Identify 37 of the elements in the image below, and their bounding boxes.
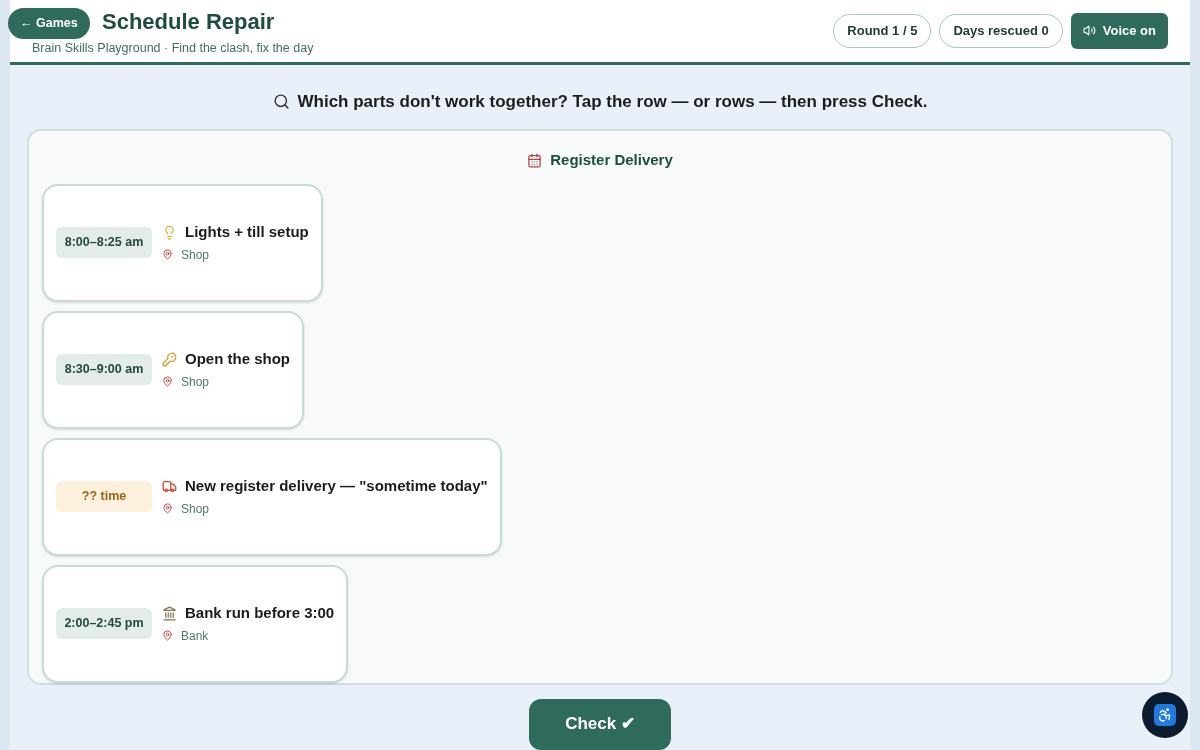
check-button[interactable]: Check ✔: [529, 698, 671, 750]
task-place: Shop: [181, 373, 210, 391]
lightbulb-icon: [162, 225, 177, 240]
speaker-icon: [1082, 24, 1096, 38]
truck-icon: [162, 479, 177, 494]
time-badge: 2:00–2:45 pm: [56, 608, 152, 639]
pin-icon: [162, 376, 173, 388]
task-place: Shop: [181, 500, 210, 518]
back-button[interactable]: ← Games: [8, 8, 90, 39]
stat-pill: Days rescued 0: [939, 14, 1063, 48]
task-place: Shop: [181, 246, 210, 264]
app-subtitle: Brain Skills Playground · Find the clash, fix the day: [32, 40, 314, 58]
schedule-row[interactable]: ?? time New register delivery — "sometime today" Shop: [42, 437, 502, 556]
task-title: New register delivery — "sometime today": [185, 476, 488, 497]
task-title: Bank run before 3:00: [185, 603, 335, 624]
time-badge: ?? time: [56, 481, 152, 512]
bank-building-icon: [162, 606, 177, 621]
voice-button[interactable]: Voice on: [1070, 13, 1168, 49]
app-title: Schedule Repair: [102, 7, 276, 36]
time-badge: 8:30–9:00 am: [56, 354, 152, 385]
instruction-text: Which parts don't work together? Tap the row — or rows — then press Check.: [297, 90, 928, 113]
pin-icon: [162, 503, 173, 515]
task-title: Lights + till setup: [185, 222, 309, 243]
search-icon: [272, 92, 290, 110]
calendar-icon: [527, 152, 543, 168]
schedule-row[interactable]: 8:00–8:25 am Lights + till setup Shop: [42, 183, 323, 302]
stat-pill: Round 1 / 5: [833, 14, 932, 48]
pin-icon: [162, 630, 173, 642]
task-place: Bank: [181, 627, 209, 645]
time-badge: 8:00–8:25 am: [56, 227, 152, 258]
wheelchair-icon: [1154, 704, 1176, 726]
pin-icon: [162, 249, 173, 261]
schedule-row[interactable]: 2:00–2:45 pm Bank run before 3:00 Bank: [42, 564, 349, 683]
schedule-title: Register Delivery: [550, 150, 673, 170]
task-title: Open the shop: [185, 349, 290, 370]
schedule-row[interactable]: 8:30–9:00 am Open the shop Shop: [42, 310, 304, 429]
key-icon: [162, 352, 177, 367]
